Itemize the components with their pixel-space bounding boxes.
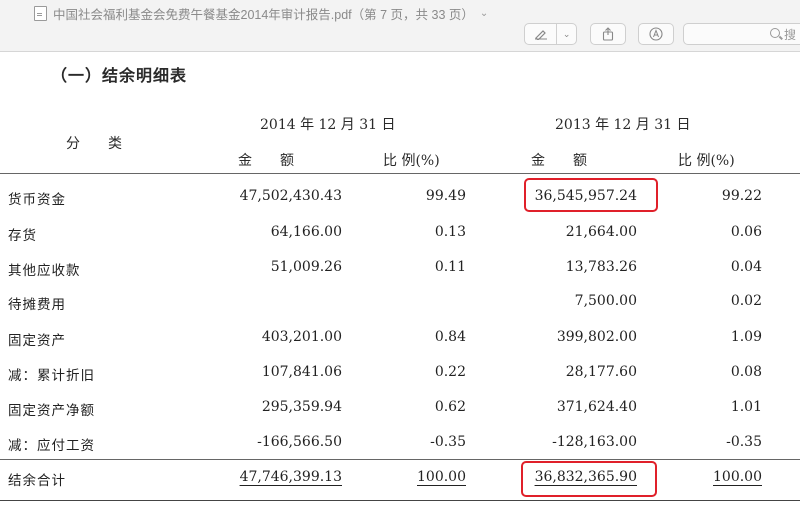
amount-header-2013: 金 额 (531, 153, 587, 169)
pdf-viewer-toolbar: 中国社会福利基金会免费午餐基金2014年审计报告.pdf（第 7 页，共 33 … (0, 0, 800, 52)
ratio-2013: 0.04 (730, 259, 762, 275)
period-2014-header: 2014 年 12 月 31 日 (260, 117, 396, 133)
row-label: 固定资产 (8, 333, 66, 349)
ratio-2014: 0.11 (434, 259, 466, 275)
category-header: 分 类 (66, 136, 122, 152)
row-label: 存货 (8, 228, 37, 244)
row-label: 减：累计折旧 (8, 368, 95, 384)
amount-2013: 13,783.26 (565, 259, 637, 275)
amount-2013: 399,802.00 (556, 329, 637, 345)
highlight-box-cash-2013 (524, 178, 658, 212)
row-label: 其他应收款 (8, 263, 81, 279)
ratio-2013: 1.01 (730, 399, 762, 415)
search-icon (770, 28, 780, 38)
total-amount-2014: 47,746,399.13 (239, 469, 342, 485)
amount-2014: 295,359.94 (261, 399, 342, 415)
ratio-header-2013: 比 例(%) (678, 153, 735, 169)
ratio-2013: 0.06 (730, 224, 762, 240)
document-title: 中国社会福利基金会免费午餐基金2014年审计报告.pdf（第 7 页，共 33 … (53, 8, 474, 22)
document-title-bar[interactable]: 中国社会福利基金会免费午餐基金2014年审计报告.pdf（第 7 页，共 33 … (34, 4, 488, 23)
ratio-2013: 0.02 (730, 293, 762, 309)
total-ratio-2014: 100.00 (417, 469, 466, 485)
ratio-2014: -0.35 (430, 434, 466, 450)
ratio-2014: 0.13 (434, 224, 466, 240)
search-input[interactable] (683, 23, 800, 45)
highlight-box-total-2013 (521, 461, 657, 497)
ratio-2013: -0.35 (726, 434, 762, 450)
amount-header-2014: 金 额 (238, 153, 294, 169)
ratio-2013: 99.22 (721, 188, 762, 204)
amount-2014: 107,841.06 (261, 364, 342, 380)
markup-button[interactable] (638, 23, 674, 45)
total-divider (0, 459, 800, 460)
ratio-2014: 0.22 (434, 364, 466, 380)
row-label: 货币资金 (8, 192, 66, 208)
header-divider (0, 173, 800, 174)
row-label: 固定资产净额 (8, 403, 95, 419)
amount-2014: -166,566.50 (257, 434, 342, 450)
share-button[interactable] (590, 23, 626, 45)
ratio-2013: 1.09 (730, 329, 762, 345)
period-2013-header: 2013 年 12 月 31 日 (555, 117, 691, 133)
title-chevron-icon[interactable]: ⌄ (480, 8, 488, 19)
amount-2013: 21,664.00 (565, 224, 637, 240)
amount-2014: 47,502,430.43 (239, 188, 342, 204)
pdf-file-icon (34, 6, 47, 21)
row-label: 待摊费用 (8, 297, 66, 313)
pen-icon[interactable] (525, 24, 556, 44)
section-title: （一）结余明细表 (51, 66, 188, 85)
search-placeholder: 搜 (784, 28, 797, 42)
markup-circle-icon (639, 24, 673, 44)
ratio-header-2014: 比 例(%) (383, 153, 440, 169)
annotate-button-group: ⌄ (524, 23, 577, 45)
amount-2013: 28,177.60 (565, 364, 637, 380)
row-label: 减：应付工资 (8, 438, 95, 454)
total-label: 结余合计 (8, 473, 66, 489)
ratio-2014: 99.49 (425, 188, 466, 204)
amount-2013: 7,500.00 (574, 293, 637, 309)
amount-2014: 51,009.26 (270, 259, 342, 275)
table-bottom-rule (0, 500, 800, 501)
amount-2013: 371,624.40 (556, 399, 637, 415)
ratio-2013: 0.08 (730, 364, 762, 380)
chevron-down-icon[interactable]: ⌄ (557, 24, 576, 44)
amount-2014: 403,201.00 (261, 329, 342, 345)
amount-2014: 64,166.00 (270, 224, 342, 240)
total-ratio-2013: 100.00 (713, 469, 762, 485)
ratio-2014: 0.62 (434, 399, 466, 415)
amount-2013: -128,163.00 (552, 434, 637, 450)
ratio-2014: 0.84 (434, 329, 466, 345)
share-icon (591, 24, 625, 44)
